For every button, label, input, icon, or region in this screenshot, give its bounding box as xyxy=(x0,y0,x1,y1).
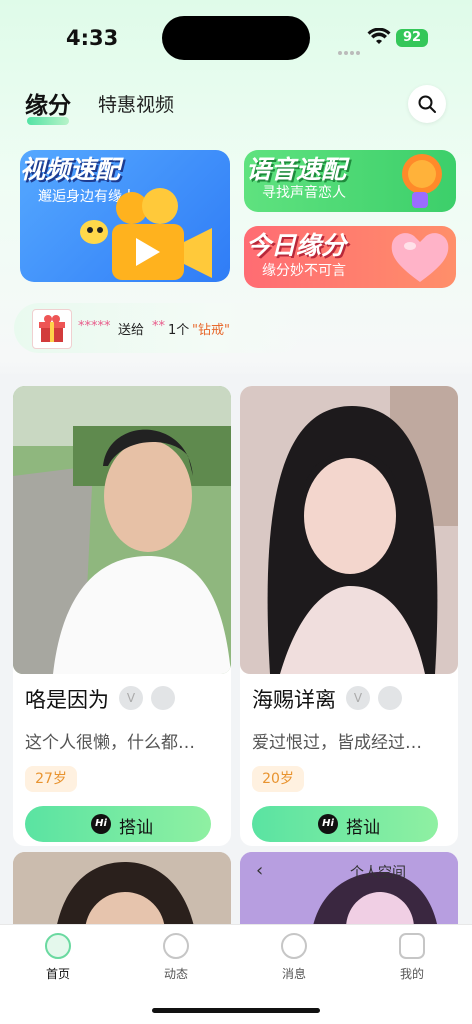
wifi-icon xyxy=(367,28,391,44)
voice-match-subtitle: 寻找声音恋人 xyxy=(262,185,346,201)
greet-button[interactable]: Hi 搭讪 xyxy=(25,806,211,842)
age-badge: 20岁 xyxy=(252,766,304,792)
nav-profile[interactable]: 我的 xyxy=(382,933,442,987)
daily-match-title: 今日缘分 xyxy=(246,231,347,260)
user-bio: 爱过恨过，皆成经过… xyxy=(252,733,422,753)
microphone-icon xyxy=(402,154,442,208)
user-card-list: 咯是因为 V 这个人很懒，什么都… 27岁 Hi 搭讪 海赐详离 V 爱过恨过，… xyxy=(0,374,472,952)
home-indicator xyxy=(152,1008,320,1013)
daily-match-subtitle: 缘分妙不可言 xyxy=(262,263,346,279)
dynamic-island xyxy=(162,16,310,60)
gift-name: "钻戒" xyxy=(192,323,230,338)
nav-home-label: 首页 xyxy=(45,967,70,981)
battery-indicator: 92 xyxy=(396,29,428,47)
greet-button-label: 搭讪 xyxy=(119,818,153,838)
gift-ticker: ***** 送给 ** 1个 "钻戒" xyxy=(14,303,304,353)
tab-yuanfen[interactable]: 缘分 xyxy=(25,86,71,120)
user-photo-image xyxy=(240,386,458,674)
verified-icon: V xyxy=(119,686,143,710)
user-bio: 这个人很懒，什么都… xyxy=(25,733,195,753)
nav-messages-label: 消息 xyxy=(281,967,306,981)
daily-match-banner[interactable]: 今日缘分 缘分妙不可言 xyxy=(244,226,456,288)
signal-icon xyxy=(338,40,364,55)
video-match-banner[interactable]: 视频速配 邂逅身边有缘人 xyxy=(20,150,230,282)
id-card-icon xyxy=(151,686,175,710)
heart-icon xyxy=(391,233,449,282)
verified-icon: V xyxy=(346,686,370,710)
sender-avatar xyxy=(32,309,72,349)
top-tabs: 缘分 特惠视频 xyxy=(0,80,472,130)
nav-profile-label: 我的 xyxy=(399,967,424,981)
user-card[interactable]: 咯是因为 V 这个人很懒，什么都… 27岁 Hi 搭讪 xyxy=(13,386,231,846)
back-chevron-icon[interactable]: ‹ xyxy=(256,860,263,881)
status-bar: 4:33 92 xyxy=(0,0,472,70)
user-name: 咯是因为 xyxy=(25,688,109,712)
hi-icon: Hi xyxy=(318,814,338,834)
age-badge: 27岁 xyxy=(25,766,77,792)
home-icon xyxy=(45,933,71,959)
gift-action: 送给 xyxy=(118,323,145,338)
video-camera-icon xyxy=(80,188,212,280)
nav-home[interactable]: 首页 xyxy=(28,933,88,987)
nav-messages[interactable]: 消息 xyxy=(264,933,324,987)
tab-special-video[interactable]: 特惠视频 xyxy=(98,90,174,117)
gift-sender: ***** xyxy=(78,319,111,334)
user-card[interactable]: 海赐详离 V 爱过恨过，皆成经过… 20岁 Hi 搭讪 xyxy=(240,386,458,846)
nav-moments[interactable]: 动态 xyxy=(146,933,206,987)
gift-count: 1个 xyxy=(168,323,190,338)
voice-match-banner[interactable]: 语音速配 寻找声音恋人 xyxy=(244,150,456,212)
search-button[interactable] xyxy=(408,85,446,123)
search-icon xyxy=(418,95,436,113)
status-time: 4:33 xyxy=(66,26,119,50)
user-name: 海赐详离 xyxy=(252,688,336,712)
user-photo[interactable] xyxy=(240,386,458,674)
user-photo-image xyxy=(13,386,231,674)
profile-icon xyxy=(399,933,425,959)
nav-moments-label: 动态 xyxy=(163,967,188,981)
profile-space-label: 个人空间 xyxy=(350,865,406,881)
moments-icon xyxy=(163,933,189,959)
greet-button-label: 搭讪 xyxy=(346,818,380,838)
app-screen: 4:33 92 缘分 特惠视频 视频速配 邂逅身边有缘人 语音速配 寻找声音恋人… xyxy=(0,0,472,1024)
id-card-icon xyxy=(378,686,402,710)
message-icon xyxy=(281,933,307,959)
user-photo[interactable] xyxy=(13,386,231,674)
greet-button[interactable]: Hi 搭讪 xyxy=(252,806,438,842)
gift-icon xyxy=(39,315,65,342)
voice-match-title: 语音速配 xyxy=(246,155,347,184)
hi-icon: Hi xyxy=(91,814,111,834)
gift-receiver: ** xyxy=(152,319,165,334)
video-match-title: 视频速配 xyxy=(20,155,121,184)
